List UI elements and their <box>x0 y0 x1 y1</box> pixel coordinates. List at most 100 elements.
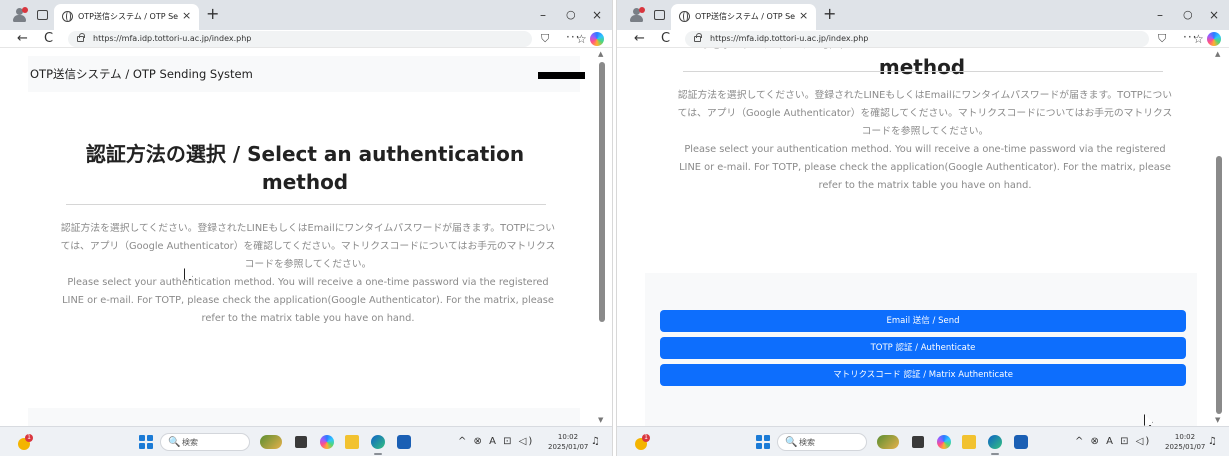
task-view-icon[interactable] <box>295 436 307 448</box>
copilot-icon[interactable] <box>1207 32 1221 46</box>
notification-icon[interactable]: ♫ <box>1208 434 1217 450</box>
active-app-indicator <box>374 453 382 455</box>
page-scrollbar[interactable]: ▲ ▼ <box>597 48 607 426</box>
system-tray[interactable]: ^ ⊗ A ⊡ ◁) <box>1075 434 1151 450</box>
active-app-indicator <box>991 453 999 455</box>
notification-icon[interactable]: ♫ <box>591 434 600 450</box>
maximize-button[interactable]: ○ <box>1183 7 1193 23</box>
globe-icon <box>62 11 73 22</box>
windows-start-icon[interactable] <box>756 435 770 449</box>
system-tray[interactable]: ^ ⊗ A ⊡ ◁) <box>458 434 534 450</box>
taskbar-search[interactable]: 🔍 検索 <box>160 433 250 451</box>
copilot-icon[interactable] <box>590 32 604 46</box>
page-title: 認証方法の選択 / Select an authentication metho… <box>703 48 1141 79</box>
taskbar: 1 🔍 検索 ^ ⊗ A ⊡ ◁) 10:02 2025/01/07 ♫ <box>617 426 1229 456</box>
minimize-button[interactable]: – <box>540 7 546 23</box>
clock-time: 10:02 <box>557 433 579 441</box>
new-tab-button[interactable]: + <box>823 5 836 23</box>
weather-widget-icon[interactable]: 1 <box>18 434 33 450</box>
back-button[interactable]: ← <box>634 30 645 47</box>
split-screen: OTP送信システム / OTP Sending Sy × + – ○ × ← C… <box>0 0 1229 456</box>
back-button[interactable]: ← <box>17 30 28 47</box>
clock-date: 2025/01/07 <box>1165 443 1206 451</box>
instruction-english: Please select your authentication method… <box>62 277 554 324</box>
browser-tab[interactable]: OTP送信システム / OTP Sending Sy × <box>54 4 199 30</box>
profile-icon[interactable] <box>13 7 28 22</box>
widgets-app-icon[interactable] <box>260 435 282 449</box>
more-menu-icon[interactable]: ··· <box>566 30 580 45</box>
title-bar: OTP送信システム / OTP Sending Sy × + – ○ × <box>617 0 1229 30</box>
file-explorer-icon[interactable] <box>962 435 976 449</box>
minimize-button[interactable]: – <box>1157 7 1163 23</box>
close-window-button[interactable]: × <box>592 7 602 23</box>
tab-actions-icon[interactable] <box>654 10 665 20</box>
search-icon: 🔍 <box>168 437 181 448</box>
scroll-up-arrow-icon[interactable]: ▲ <box>1215 50 1220 58</box>
widgets-app-icon[interactable] <box>877 435 899 449</box>
collections-icon[interactable]: ⛉ <box>1158 30 1166 47</box>
instruction-japanese: 認証方法を選択してください。登録されたLINEもしくはEmailにワンタイムパス… <box>60 223 556 270</box>
email-send-button[interactable]: Email 送信 / Send <box>660 310 1186 332</box>
scrollbar-thumb[interactable] <box>599 62 605 322</box>
scroll-down-arrow-icon[interactable]: ▼ <box>1215 416 1220 424</box>
lock-icon[interactable] <box>77 33 85 42</box>
tab-title: OTP送信システム / OTP Sending Sy <box>695 12 795 21</box>
copilot-app-icon[interactable] <box>937 435 951 449</box>
profile-icon[interactable] <box>630 7 645 22</box>
clock[interactable]: 10:02 2025/01/07 <box>548 432 588 452</box>
address-bar[interactable]: https://mfa.idp.tottori-u.ac.jp/index.ph… <box>685 31 1204 47</box>
collections-icon[interactable]: ⛉ <box>541 30 549 47</box>
more-menu-icon[interactable]: ··· <box>1183 30 1197 45</box>
weather-widget-icon[interactable]: 1 <box>635 434 650 450</box>
matrix-authenticate-button[interactable]: マトリクスコード 認証 / Matrix Authenticate <box>660 364 1186 386</box>
scroll-down-arrow-icon[interactable]: ▼ <box>598 416 603 424</box>
auth-button-panel: Email 送信 / Send TOTP 認証 / Authenticate マ… <box>645 273 1197 426</box>
clock-date: 2025/01/07 <box>548 443 589 451</box>
page-viewport: OTP送信システム / OTP Sending System 認証方法の選択 /… <box>0 48 612 426</box>
edge-browser-icon[interactable] <box>988 435 1002 449</box>
redacted-user-label <box>538 72 585 79</box>
reload-button[interactable]: C <box>44 30 53 47</box>
tab-close-button[interactable]: × <box>182 8 191 24</box>
copilot-app-icon[interactable] <box>320 435 334 449</box>
browser-window-right: OTP送信システム / OTP Sending Sy × + – ○ × ← C… <box>617 0 1229 456</box>
scrollbar-thumb[interactable] <box>1216 156 1222 414</box>
url-text[interactable]: https://mfa.idp.tottori-u.ac.jp/index.ph… <box>710 33 868 45</box>
store-app-icon[interactable] <box>397 435 411 449</box>
page-scrollbar[interactable]: ▲ ▼ <box>1214 48 1224 426</box>
site-header: OTP送信システム / OTP Sending System <box>28 56 585 92</box>
tab-close-button[interactable]: × <box>799 8 808 24</box>
lock-icon[interactable] <box>694 33 702 42</box>
instruction-text: 認証方法を選択してください。登録されたLINEもしくはEmailにワンタイムパス… <box>675 87 1175 195</box>
page-title: 認証方法の選択 / Select an authentication metho… <box>85 142 525 194</box>
address-toolbar: ← C https://mfa.idp.tottori-u.ac.jp/inde… <box>617 30 1229 48</box>
tab-actions-icon[interactable] <box>37 10 48 20</box>
maximize-button[interactable]: ○ <box>566 7 576 23</box>
clock[interactable]: 10:02 2025/01/07 <box>1165 432 1205 452</box>
instruction-text: 認証方法を選択してください。登録されたLINEもしくはEmailにワンタイムパス… <box>58 220 558 328</box>
search-placeholder: 検索 <box>799 438 815 447</box>
totp-authenticate-button[interactable]: TOTP 認証 / Authenticate <box>660 337 1186 359</box>
site-brand[interactable]: OTP送信システム / OTP Sending System <box>30 66 253 82</box>
task-view-icon[interactable] <box>912 436 924 448</box>
windows-start-icon[interactable] <box>139 435 153 449</box>
close-window-button[interactable]: × <box>1209 7 1219 23</box>
page-viewport: 認証方法の選択 / Select an authentication metho… <box>617 48 1229 426</box>
browser-tab[interactable]: OTP送信システム / OTP Sending Sy × <box>671 4 816 30</box>
search-icon: 🔍 <box>785 437 798 448</box>
address-bar[interactable]: https://mfa.idp.tottori-u.ac.jp/index.ph… <box>68 31 587 47</box>
title-bar: OTP送信システム / OTP Sending Sy × + – ○ × <box>0 0 612 30</box>
file-explorer-icon[interactable] <box>345 435 359 449</box>
scroll-up-arrow-icon[interactable]: ▲ <box>598 50 603 58</box>
store-app-icon[interactable] <box>1014 435 1028 449</box>
divider <box>683 71 1163 72</box>
reload-button[interactable]: C <box>661 30 670 47</box>
edge-browser-icon[interactable] <box>371 435 385 449</box>
taskbar: 1 🔍 検索 ^ ⊗ A ⊡ ◁) 10:02 2025/01/07 ♫ <box>0 426 612 456</box>
new-tab-button[interactable]: + <box>206 5 219 23</box>
taskbar-search[interactable]: 🔍 検索 <box>777 433 867 451</box>
address-toolbar: ← C https://mfa.idp.tottori-u.ac.jp/inde… <box>0 30 612 48</box>
instruction-japanese: 認証方法を選択してください。登録されたLINEもしくはEmailにワンタイムパス… <box>677 90 1173 137</box>
url-text[interactable]: https://mfa.idp.tottori-u.ac.jp/index.ph… <box>93 33 251 45</box>
globe-icon <box>679 11 690 22</box>
